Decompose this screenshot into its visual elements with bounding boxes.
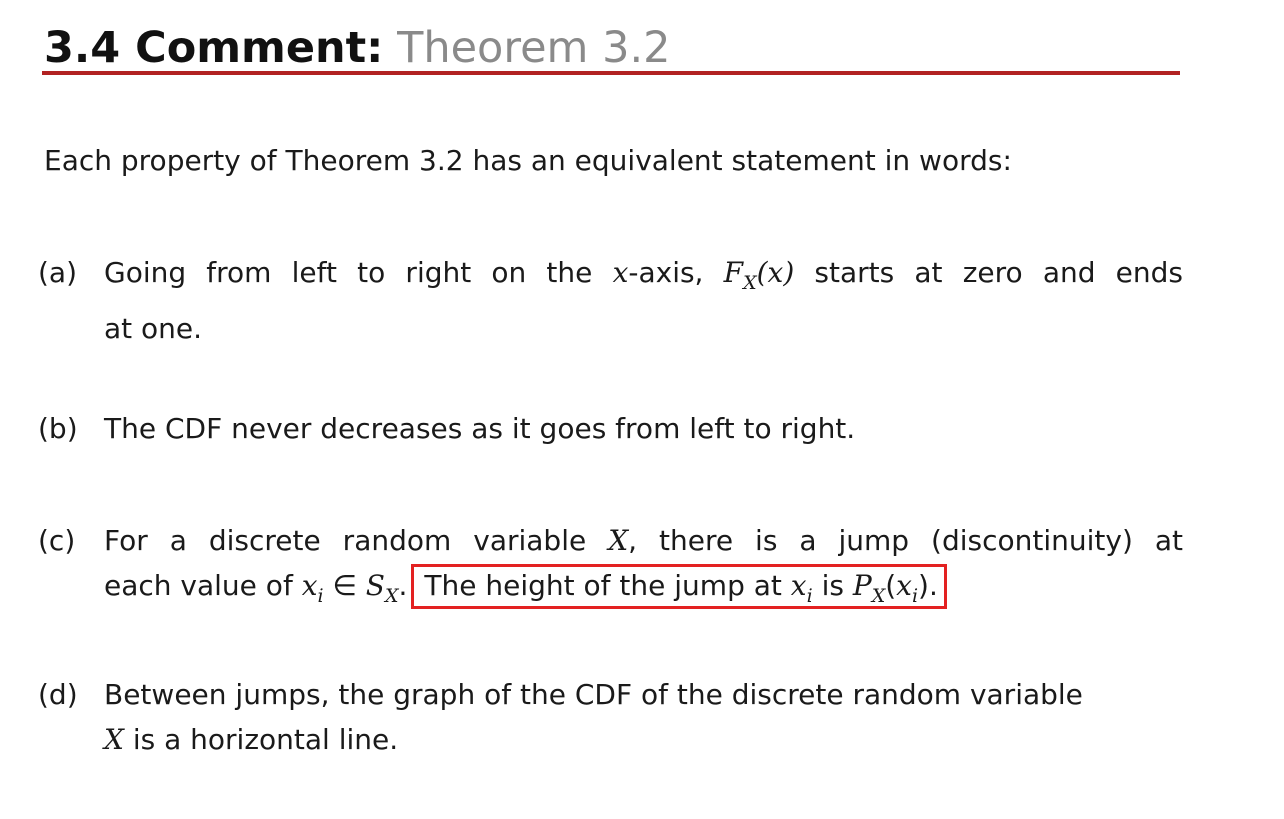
- item-a-math-x: x: [612, 256, 629, 289]
- title-sub: Theorem 3.2: [397, 23, 671, 73]
- highlight-math-p-sub: X: [871, 585, 886, 607]
- list-item-a: (a) Going from left to right on the x-ax…: [38, 250, 1183, 351]
- item-c-math-x: X: [608, 524, 629, 557]
- highlight-math-px: PX: [852, 569, 885, 607]
- item-body-d: Between jumps, the graph of the CDF of t…: [104, 672, 1183, 762]
- item-label-b: (b): [38, 412, 78, 445]
- item-c-text1: For a discrete random variable: [104, 524, 609, 557]
- highlight-open-paren: (: [885, 569, 897, 602]
- highlight-math-xi-base: x: [790, 569, 807, 602]
- item-label-c: (c): [38, 524, 76, 557]
- item-c-math-sx: SX: [365, 569, 399, 607]
- title-rule: [42, 71, 1180, 75]
- item-c-line2: each value of xi ∈ SX. The height of the …: [104, 563, 1183, 619]
- item-a-math-arg: (x): [756, 256, 795, 289]
- item-c-elementof: ∈: [323, 569, 366, 602]
- item-d-math-x: X: [104, 723, 124, 756]
- highlight-math-xi: xi: [790, 569, 813, 607]
- list-item-b: (b) The CDF never decreases as it goes f…: [38, 406, 1183, 451]
- item-c-text3: each value of: [104, 569, 302, 602]
- item-c-math-xi-base: x: [301, 569, 318, 602]
- item-c-math-xi: xi: [301, 569, 324, 607]
- intro-text: Each property of Theorem 3.2 has an equi…: [44, 144, 1012, 177]
- highlight-text1: The height of the jump at: [424, 569, 791, 602]
- highlight-math-p: P: [852, 569, 872, 602]
- item-body-c: For a discrete random variable X, there …: [104, 518, 1183, 619]
- highlight-close: ).: [918, 569, 938, 602]
- item-a-text3: starts at zero and ends: [794, 256, 1184, 289]
- list-item-d: (d) Between jumps, the graph of the CDF …: [38, 672, 1183, 762]
- slide-title: 3.4 Comment: Theorem 3.2: [44, 22, 670, 74]
- list-item-c: (c) For a discrete random variable X, th…: [38, 518, 1183, 619]
- item-label-a: (a): [38, 256, 78, 289]
- item-a-line1: Going from left to right on the x-axis, …: [104, 250, 1183, 306]
- item-c-math-s: S: [365, 569, 385, 602]
- item-c-text2: , there is a jump (discontinuity) at: [628, 524, 1184, 557]
- item-c-period: .: [398, 569, 408, 602]
- title-main: 3.4 Comment:: [44, 23, 384, 73]
- item-c-math-s-sub: X: [384, 585, 399, 607]
- item-a-line2: at one.: [104, 312, 203, 345]
- highlight-text2: is: [812, 569, 853, 602]
- highlight-box: The height of the jump at xi is PX(xi).: [411, 564, 947, 609]
- item-a-math-f-sub: X: [743, 272, 757, 294]
- highlight-math-xi2: xi: [896, 569, 918, 607]
- item-body-a: Going from left to right on the x-axis, …: [104, 250, 1183, 351]
- item-b-text: The CDF never decreases as it goes from …: [104, 412, 856, 445]
- item-label-d: (d): [38, 678, 78, 711]
- item-a-text1: Going from left to right on the: [104, 256, 613, 289]
- item-a-math-f: F: [723, 256, 744, 289]
- item-d-line2: X is a horizontal line.: [104, 717, 1183, 762]
- highlight-math-xi2-base: x: [896, 569, 912, 602]
- item-d-line1: Between jumps, the graph of the CDF of t…: [104, 678, 1083, 711]
- item-a-math-fx: FX(x): [723, 256, 795, 294]
- item-body-b: The CDF never decreases as it goes from …: [104, 406, 1183, 451]
- item-a-text2: -axis,: [628, 256, 724, 289]
- item-c-line1: For a discrete random variable X, there …: [104, 518, 1183, 563]
- item-d-text2: is a horizontal line.: [123, 723, 399, 756]
